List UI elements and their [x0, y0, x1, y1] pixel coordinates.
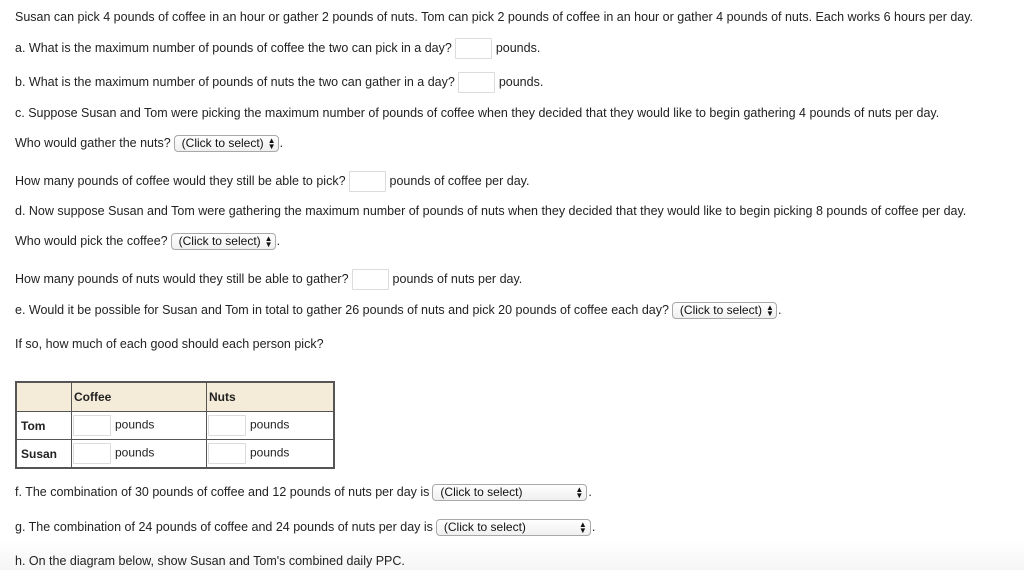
unit-label: pounds — [115, 417, 155, 432]
updown-arrows-icon: ▲ ▼ — [765, 303, 774, 319]
updown-arrows-icon: ▲ ▼ — [267, 136, 276, 152]
allocation-table: Coffee Nuts Tom pounds pounds Susan poun… — [15, 381, 335, 469]
question-c-text: c. Suppose Susan and Tom were picking th… — [15, 106, 940, 120]
question-a-unit: pounds. — [495, 40, 541, 55]
who-gathers-nuts-label: Who would gather the nuts? — [15, 136, 171, 150]
susan-nuts-input[interactable] — [208, 443, 246, 464]
nuts-max-input[interactable] — [457, 72, 495, 93]
who-gathers-nuts-select[interactable]: (Click to select) ▲ ▼ — [173, 135, 279, 153]
updown-arrows-icon: ▲ ▼ — [575, 485, 584, 501]
updown-arrows-icon: ▲ ▼ — [264, 234, 273, 250]
question-d-text: d. Now suppose Susan and Tom were gather… — [15, 204, 967, 218]
period: . — [276, 234, 281, 248]
question-c-who: Who would gather the nuts? (Click to sele… — [15, 135, 284, 153]
header-nuts: Nuts — [206, 381, 335, 412]
question-b-text: b. What is the maximum number of pounds … — [15, 74, 455, 89]
question-a: a. What is the maximum number of pounds … — [15, 38, 540, 59]
table-row: Susan pounds pounds — [15, 439, 335, 469]
question-g: g. The combination of 24 pounds of coffe… — [15, 519, 596, 537]
problem-intro: Susan can pick 4 pounds of coffee in an … — [15, 10, 974, 24]
updown-arrows-icon: ▲ ▼ — [578, 520, 587, 536]
select-value: (Click to select) — [181, 136, 264, 151]
header-coffee: Coffee — [71, 381, 207, 412]
nuts-remaining-label: How many pounds of nuts would they still… — [15, 271, 349, 286]
header-blank — [15, 381, 72, 412]
tom-nuts-input[interactable] — [208, 415, 246, 436]
question-d-who: Who would pick the coffee? (Click to sele… — [15, 233, 281, 251]
question-h-text: h. On the diagram below, show Susan and … — [15, 554, 405, 568]
unit-label: pounds — [250, 445, 290, 460]
row-name-tom: Tom — [15, 411, 72, 440]
question-b-unit: pounds. — [498, 74, 544, 89]
question-a-text: a. What is the maximum number of pounds … — [15, 40, 452, 55]
select-value: (Click to select) — [443, 520, 526, 535]
combination-f-select[interactable]: (Click to select) ▲ ▼ — [432, 484, 588, 502]
question-d-how-many: How many pounds of nuts would they still… — [15, 269, 522, 290]
select-value: (Click to select) — [440, 485, 523, 500]
question-e-followup: If so, how much of each good should each… — [15, 337, 324, 351]
unit-label: pounds — [250, 417, 290, 432]
select-value: (Click to select) — [679, 303, 762, 318]
row-name-susan: Susan — [15, 439, 72, 469]
nuts-remaining-input[interactable] — [351, 269, 389, 290]
table-header-row: Coffee Nuts — [15, 381, 335, 412]
possible-select[interactable]: (Click to select) ▲ ▼ — [671, 302, 777, 320]
question-e: e. Would it be possible for Susan and To… — [15, 302, 782, 320]
coffee-remaining-unit: pounds of coffee per day. — [389, 173, 530, 188]
select-value: (Click to select) — [178, 234, 261, 249]
nuts-remaining-unit: pounds of nuts per day. — [392, 271, 523, 286]
period: . — [591, 520, 596, 534]
combination-g-select[interactable]: (Click to select) ▲ ▼ — [435, 519, 591, 537]
table-row: Tom pounds pounds — [15, 411, 335, 440]
question-e-text: e. Would it be possible for Susan and To… — [15, 303, 669, 317]
period: . — [588, 485, 592, 499]
unit-label: pounds — [115, 445, 155, 460]
question-f: f. The combination of 30 pounds of coffe… — [15, 484, 592, 502]
question-g-text: g. The combination of 24 pounds of coffe… — [15, 520, 433, 534]
who-picks-coffee-select[interactable]: (Click to select) ▲ ▼ — [170, 233, 276, 251]
question-b: b. What is the maximum number of pounds … — [15, 72, 543, 93]
period: . — [279, 136, 284, 150]
who-picks-coffee-label: Who would pick the coffee? — [15, 234, 168, 248]
question-c-how-many: How many pounds of coffee would they sti… — [15, 171, 529, 192]
question-f-text: f. The combination of 30 pounds of coffe… — [15, 485, 430, 499]
coffee-remaining-label: How many pounds of coffee would they sti… — [15, 173, 346, 188]
tom-coffee-input[interactable] — [73, 415, 111, 436]
coffee-max-input[interactable] — [454, 38, 492, 59]
coffee-remaining-input[interactable] — [348, 171, 386, 192]
susan-coffee-input[interactable] — [73, 443, 111, 464]
period: . — [777, 303, 782, 317]
